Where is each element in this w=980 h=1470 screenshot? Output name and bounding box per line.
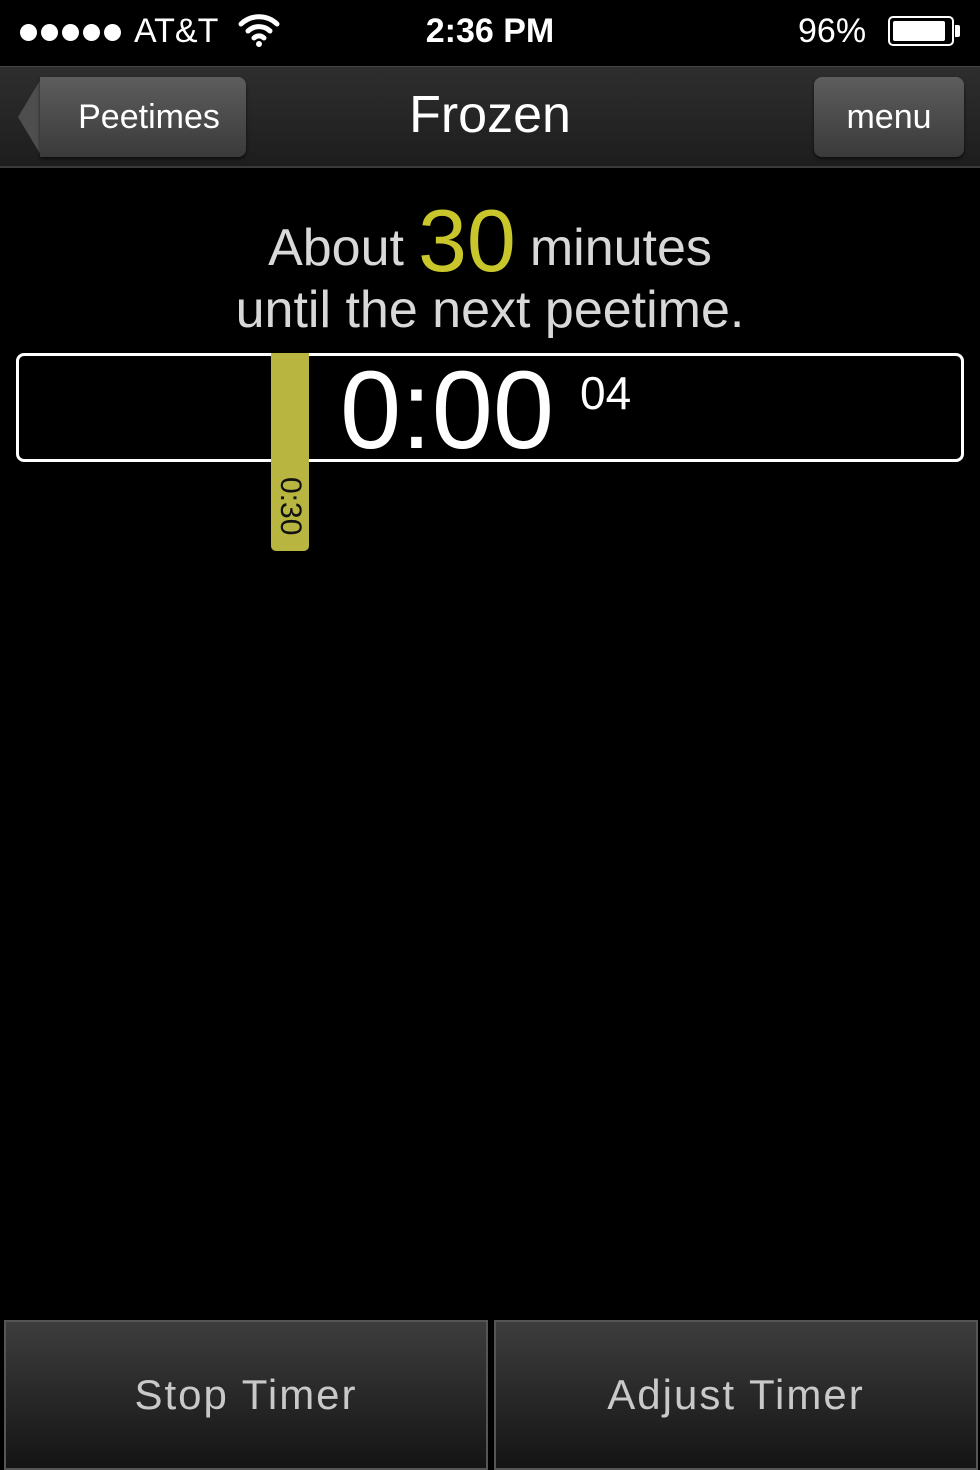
message-prefix: About <box>268 219 404 277</box>
timer-marker-label: 0:30 <box>274 476 307 536</box>
stop-timer-button[interactable]: Stop Timer <box>4 1320 488 1470</box>
minutes-value: 30 <box>417 191 516 290</box>
battery-tip <box>955 25 960 37</box>
battery-icon <box>888 16 954 46</box>
navigation-bar: Peetimes Frozen menu <box>0 66 980 168</box>
status-bar: AT&T 2:36 PM 96% <box>0 0 980 66</box>
message-suffix: minutes <box>529 219 712 277</box>
message-line-2: until the next peetime. <box>235 281 745 339</box>
countdown-message: About 30 minutes until the next peetime. <box>0 196 980 340</box>
adjust-timer-button[interactable]: Adjust Timer <box>494 1320 978 1470</box>
message-line-1: About 30 minutes <box>0 196 980 286</box>
menu-button[interactable]: menu <box>814 77 964 157</box>
timer-value: 0:00 <box>340 349 555 472</box>
battery-percent: 96% <box>798 12 867 50</box>
timer-marker[interactable]: 0:30 <box>271 353 309 551</box>
timer-seconds: 04 <box>580 367 632 419</box>
